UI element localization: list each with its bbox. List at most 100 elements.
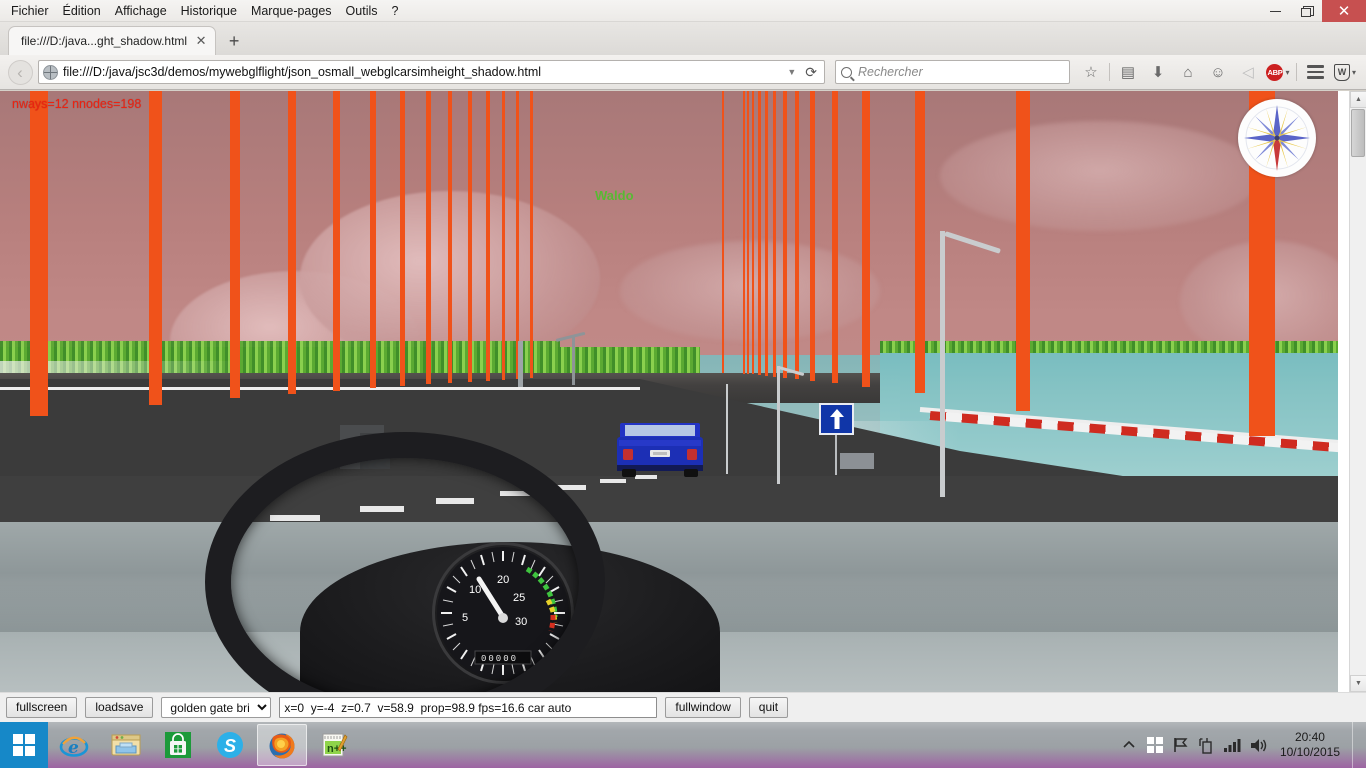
street-lamp-post [940,231,945,497]
lane-marking [436,498,474,504]
flag-icon [1174,738,1188,752]
quit-button[interactable]: quit [748,697,789,718]
show-desktop-button[interactable] [1352,722,1360,768]
bridge-cable [810,91,815,381]
taskbar-clock[interactable]: 20:40 10/10/2015 [1272,730,1352,760]
taskbar-file-explorer[interactable] [101,724,151,766]
fullscreen-button[interactable]: fullscreen [6,697,78,718]
search-placeholder: Rechercher [858,65,923,79]
scrollbar-thumb[interactable] [1351,109,1365,157]
bridge-cable [743,91,745,374]
minimap-lane-dash [898,667,901,672]
clock-date: 10/10/2015 [1279,745,1340,759]
bridge-cable [832,91,838,383]
menu-outils[interactable]: Outils [339,1,385,22]
taskbar-notepad-plus-plus[interactable]: n++ [309,724,359,766]
scroll-up-button[interactable]: ▲ [1350,91,1366,108]
bridge-cable [752,91,754,374]
taskbar-firefox[interactable] [257,724,307,766]
taskbar-internet-explorer[interactable]: e [49,724,99,766]
page-scrollbar[interactable]: ▲ ▼ [1349,91,1366,692]
taskbar-windows-store[interactable] [153,724,203,766]
menu-marque-pages[interactable]: Marque-pages [244,1,339,22]
internet-explorer-icon: e [59,736,89,758]
minimap-road [890,623,915,692]
bridge-cable [795,91,799,379]
url-bar[interactable]: file:///D:/java/jsc3d/demos/mywebglfligh… [38,60,825,84]
pocket-send-icon[interactable]: ◁ [1233,58,1263,86]
scene-select[interactable]: golden gate bridge [161,697,272,718]
action-center-flag-icon[interactable] [1168,722,1194,768]
bridge-cable [486,91,490,381]
browser-window: Fichier Édition Affichage Historique Mar… [0,0,1366,768]
webgl-canvas[interactable]: nways=12 nnodes=198 Waldo 10 5 20 25 30 … [0,91,1338,692]
blue-car [617,419,703,477]
bridge-cable [468,91,472,382]
hamburger-menu-icon [1306,65,1324,79]
windows-start-button[interactable] [0,722,48,768]
usb-device-icon[interactable] [1194,722,1220,768]
taskbar-skype[interactable]: S [205,724,255,766]
toolbar-divider [1296,63,1297,81]
minimap[interactable] [813,622,986,692]
roadside-building [360,433,390,469]
chevron-up-icon [1123,741,1135,748]
reload-icon[interactable]: ⟳ [802,64,820,81]
chevron-down-icon[interactable]: ▼ [781,67,802,77]
windows-logo-small-icon [1146,737,1163,753]
menu-edition[interactable]: Édition [56,1,108,22]
adblock-plus-button[interactable]: ABP ▾ [1263,58,1293,86]
bridge-cable [765,91,768,376]
menu-historique[interactable]: Historique [174,1,244,22]
chevron-down-icon: ▾ [1285,67,1290,77]
loadsave-button[interactable]: loadsave [85,697,154,718]
scroll-down-button[interactable]: ▼ [1350,675,1366,692]
new-tab-button[interactable]: + [220,27,248,55]
toolbar-icons: ☆ ▤ ⬇ ⌂ ☺ ◁ ABP ▾ W ▾ [1076,58,1360,86]
minimap-lane-dash [898,639,901,644]
sim-control-bar: fullscreen loadsave golden gate bridge f… [0,692,1366,722]
road-edge-line [0,387,640,390]
network-signal-icon[interactable] [1220,722,1246,768]
menu-bar: Fichier Édition Affichage Historique Mar… [0,0,405,22]
minimap-lane-dash [898,653,901,658]
menu-fichier[interactable]: Fichier [4,1,56,22]
cloud [620,241,880,341]
restore-button[interactable] [1291,0,1322,22]
show-hidden-icons-chevron[interactable] [1116,722,1142,768]
lane-marking [360,506,404,512]
search-input[interactable]: Rechercher [835,60,1070,84]
home-icon[interactable]: ⌂ [1173,58,1203,86]
hello-smiley-icon[interactable]: ☺ [1203,58,1233,86]
menu-help[interactable]: ? [385,1,406,22]
downloads-icon[interactable]: ⬇ [1143,58,1173,86]
lane-marking [600,479,626,483]
tab-close-icon[interactable]: ✕ [193,33,209,49]
svg-text:n++: n++ [327,743,347,755]
bridge-cable [1016,91,1030,411]
fullwindow-button[interactable]: fullwindow [665,697,741,718]
up-arrow-icon [829,409,844,429]
menu-affichage[interactable]: Affichage [108,1,174,22]
windows-logo-icon [13,734,35,756]
reader-view-icon[interactable]: ▤ [1113,58,1143,86]
close-icon: ✕ [1337,1,1351,20]
extension-button[interactable]: W ▾ [1330,58,1360,86]
clock-time: 20:40 [1294,730,1325,744]
lane-marking [500,491,534,496]
status-input[interactable] [279,697,658,718]
bridge-cable [426,91,431,384]
minimize-button[interactable] [1260,0,1291,22]
volume-icon[interactable] [1246,722,1272,768]
close-button[interactable]: ✕ [1322,0,1366,22]
restore-icon [1301,6,1314,17]
tab-strip: file:///D:/java...ght_shadow.html ✕ + [0,22,1366,55]
app-menu-button[interactable] [1300,58,1330,86]
bookmark-star-icon[interactable]: ☆ [1076,58,1106,86]
tab-active[interactable]: file:///D:/java...ght_shadow.html ✕ [8,26,217,55]
back-button[interactable]: ‹ [6,58,34,86]
windows-tray-icon[interactable] [1142,722,1168,768]
bridge-cable [149,91,162,405]
svg-text:30: 30 [515,616,527,628]
bridge-cable [370,91,376,388]
